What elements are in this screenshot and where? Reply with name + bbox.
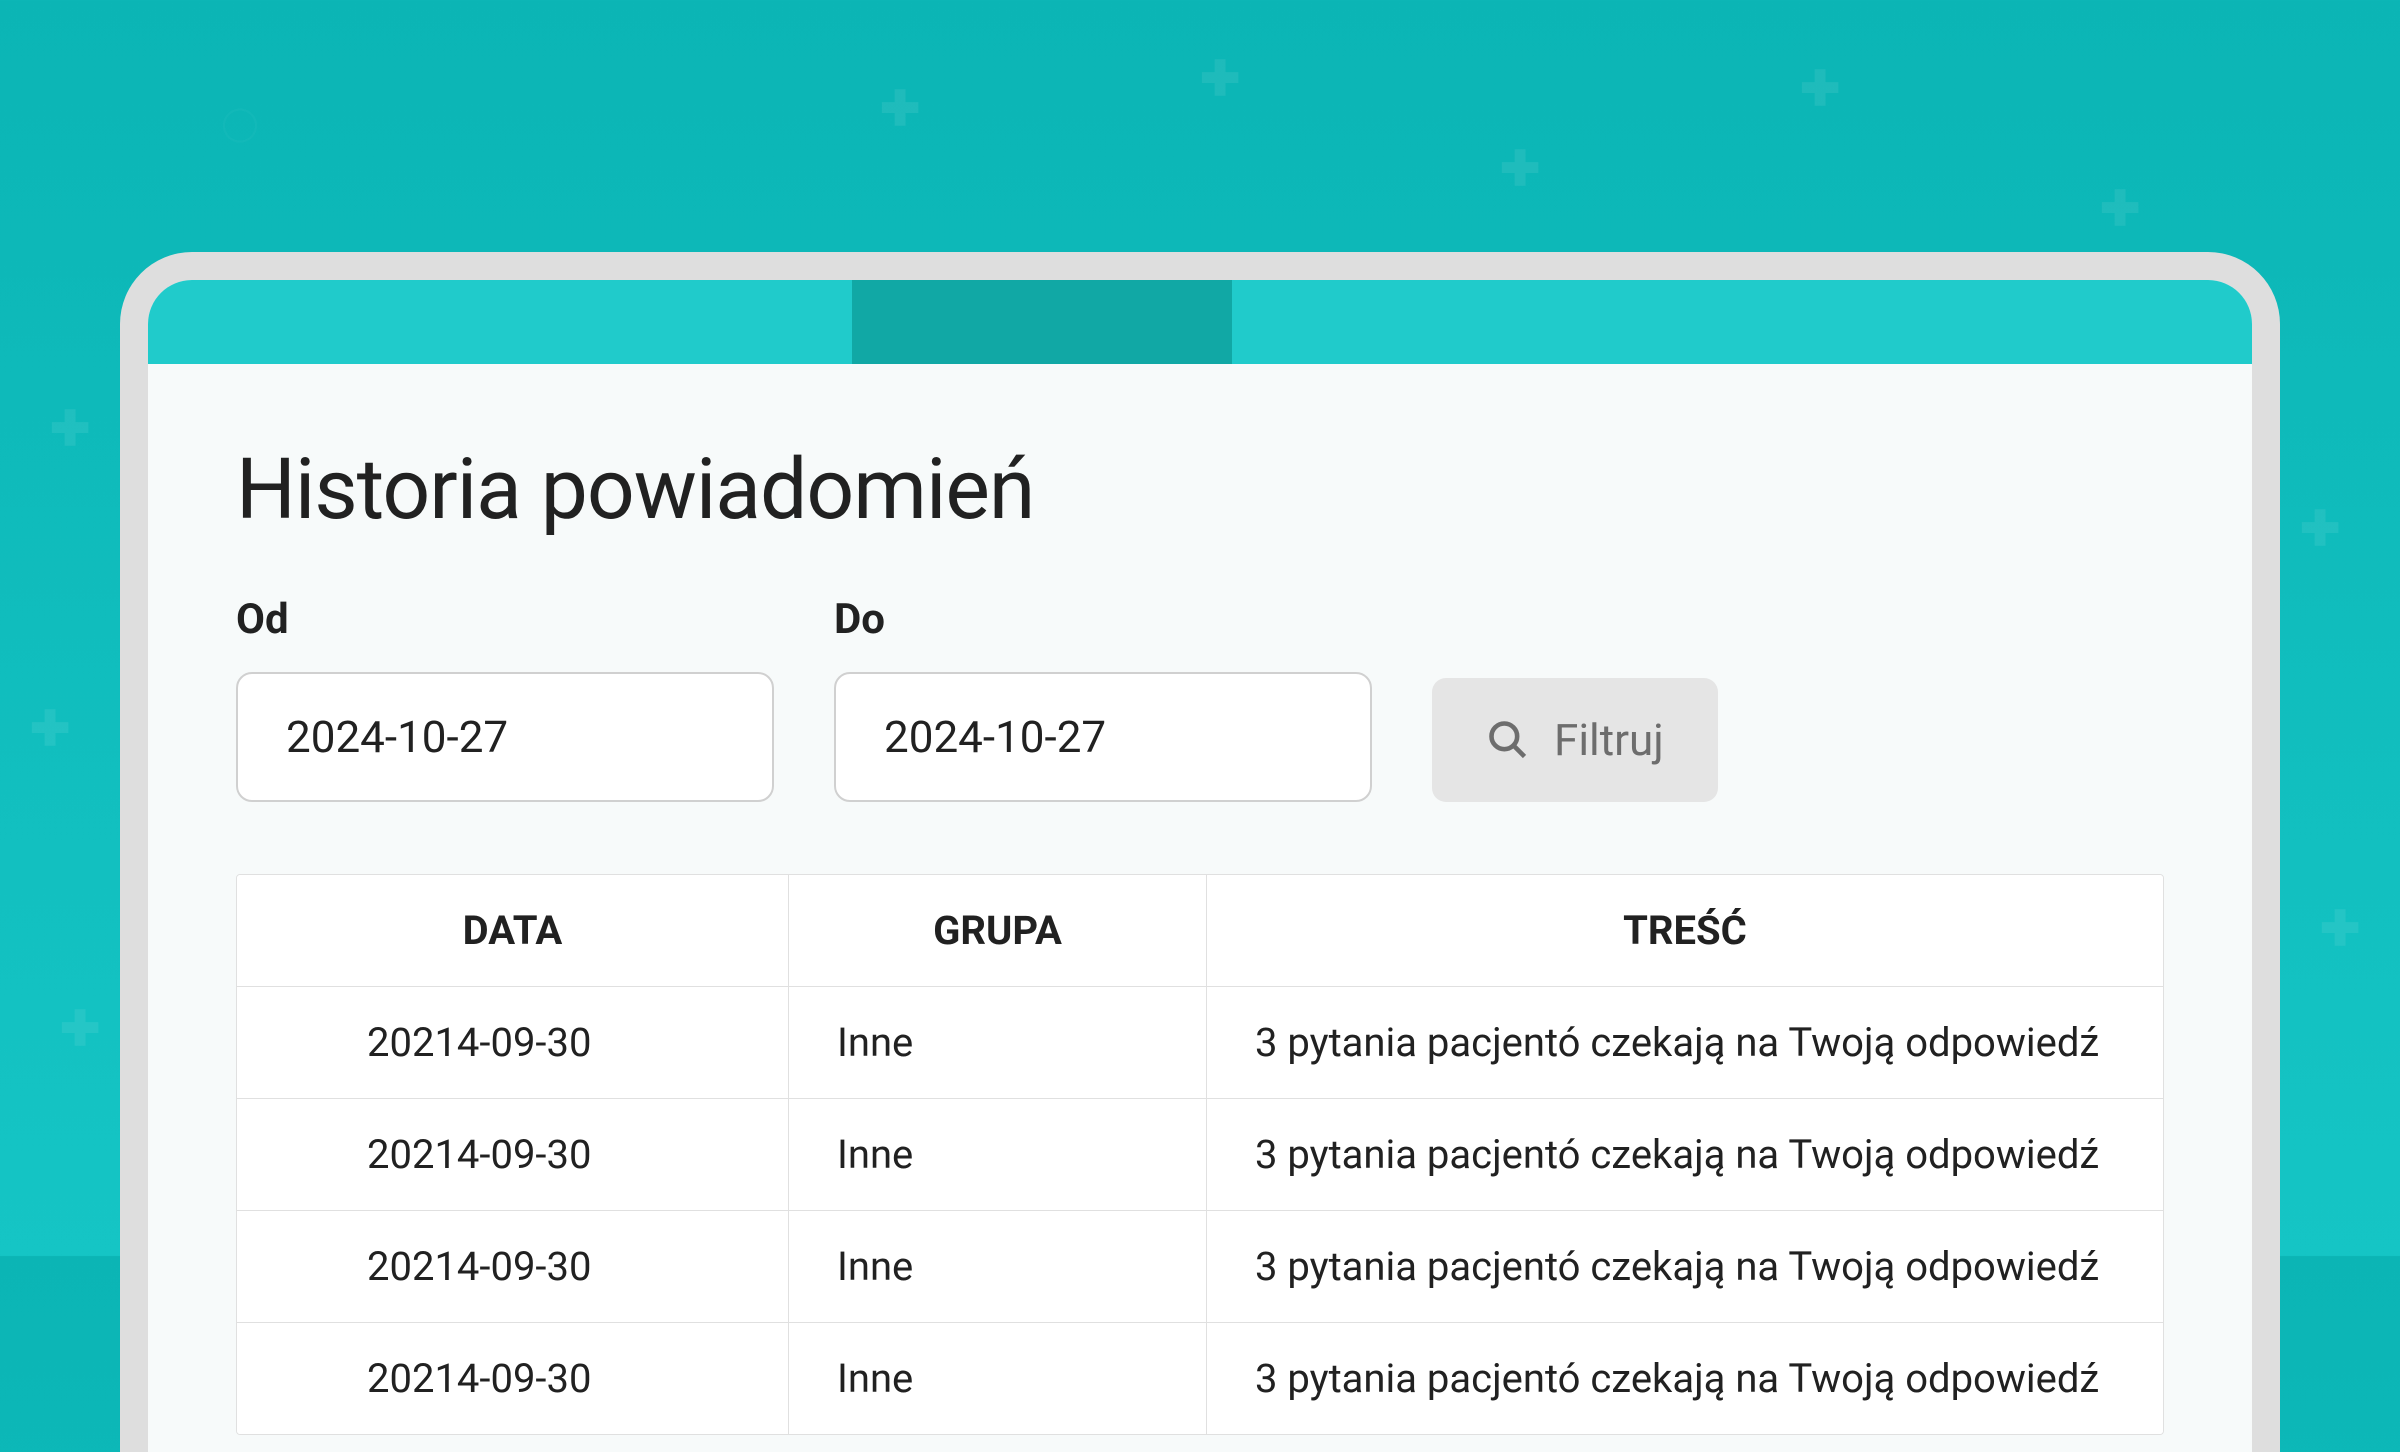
header-date: DATA bbox=[237, 875, 789, 986]
search-icon bbox=[1486, 718, 1530, 762]
device-screen: Historia powiadomień Od Do bbox=[148, 280, 2252, 1452]
cell-content: 3 pytania pacjentó czekają na Twoją odpo… bbox=[1207, 1211, 2163, 1322]
filter-to-group: Do bbox=[834, 595, 1372, 802]
cell-group: Inne bbox=[789, 1099, 1207, 1210]
plus-decoration: ✚ bbox=[60, 1000, 100, 1057]
header-content: TREŚĆ bbox=[1207, 875, 2163, 986]
cell-content: 3 pytania pacjentó czekają na Twoją odpo… bbox=[1207, 987, 2163, 1098]
plus-decoration: ✚ bbox=[1200, 50, 1240, 107]
cell-group: Inne bbox=[789, 1211, 1207, 1322]
plus-decoration: ✚ bbox=[2300, 500, 2340, 557]
plus-decoration: ✚ bbox=[30, 700, 70, 757]
filter-button[interactable]: Filtruj bbox=[1432, 678, 1718, 802]
plus-decoration: ✚ bbox=[1800, 60, 1840, 117]
cell-content: 3 pytania pacjentó czekają na Twoją odpo… bbox=[1207, 1099, 2163, 1210]
from-date-label: Od bbox=[236, 595, 774, 644]
page-title: Historia powiadomień bbox=[236, 440, 2164, 539]
cell-content: 3 pytania pacjentó czekają na Twoją odpo… bbox=[1207, 1323, 2163, 1434]
cell-date: 20214-09-30 bbox=[237, 987, 789, 1098]
cell-date: 20214-09-30 bbox=[237, 1099, 789, 1210]
table-row[interactable]: 20214-09-30 Inne 3 pytania pacjentó czek… bbox=[237, 1099, 2163, 1211]
cell-group: Inne bbox=[789, 987, 1207, 1098]
to-date-input[interactable] bbox=[834, 672, 1372, 802]
device-frame: Historia powiadomień Od Do bbox=[120, 252, 2280, 1452]
plus-decoration: ✚ bbox=[2100, 180, 2140, 237]
top-nav-bar bbox=[148, 280, 2252, 364]
from-date-input[interactable] bbox=[236, 672, 774, 802]
active-tab-indicator[interactable] bbox=[852, 280, 1232, 364]
filter-button-label: Filtruj bbox=[1554, 714, 1664, 766]
plus-decoration: ✚ bbox=[880, 80, 920, 137]
plus-decoration: ✚ bbox=[50, 400, 90, 457]
header-group: GRUPA bbox=[789, 875, 1207, 986]
page-content: Historia powiadomień Od Do bbox=[148, 364, 2252, 1435]
cell-date: 20214-09-30 bbox=[237, 1323, 789, 1434]
table-row[interactable]: 20214-09-30 Inne 3 pytania pacjentó czek… bbox=[237, 1323, 2163, 1434]
table-row[interactable]: 20214-09-30 Inne 3 pytania pacjentó czek… bbox=[237, 987, 2163, 1099]
table-row[interactable]: 20214-09-30 Inne 3 pytania pacjentó czek… bbox=[237, 1211, 2163, 1323]
to-date-label: Do bbox=[834, 595, 1372, 644]
notifications-table: DATA GRUPA TREŚĆ 20214-09-30 Inne 3 pyta… bbox=[236, 874, 2164, 1435]
table-header-row: DATA GRUPA TREŚĆ bbox=[237, 875, 2163, 987]
cell-date: 20214-09-30 bbox=[237, 1211, 789, 1322]
cell-group: Inne bbox=[789, 1323, 1207, 1434]
plus-decoration: ✚ bbox=[1500, 140, 1540, 197]
plus-decoration: ✚ bbox=[2320, 900, 2360, 957]
filter-row: Od Do Filtruj bbox=[236, 595, 2164, 802]
filter-from-group: Od bbox=[236, 595, 774, 802]
